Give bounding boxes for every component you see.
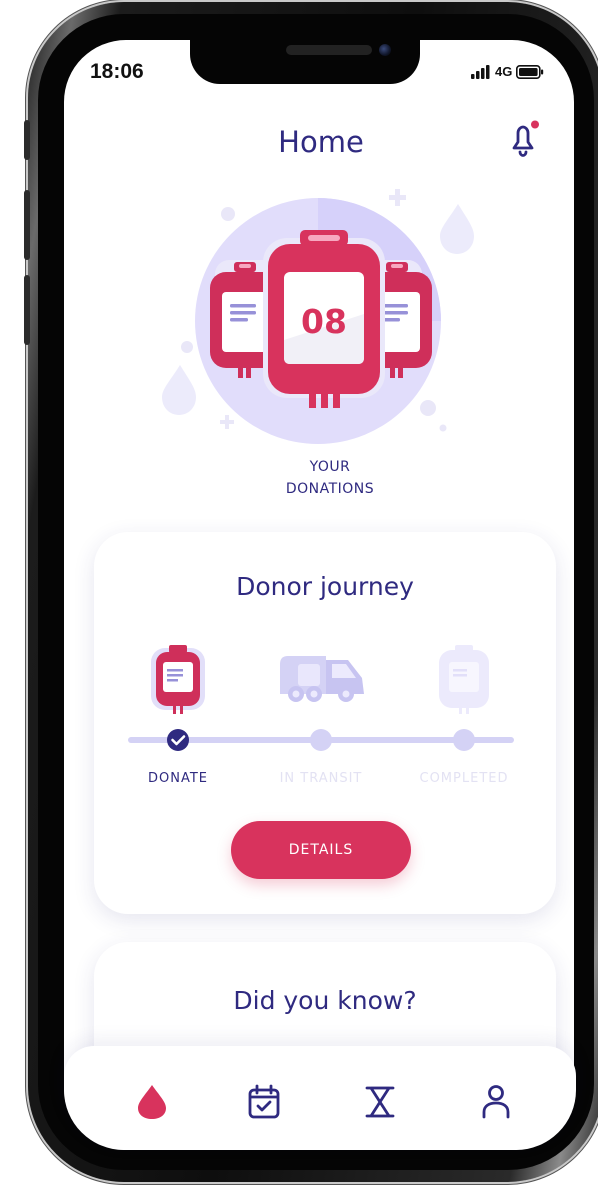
bottom-tab-bar [64,1046,576,1150]
donation-count: 08 [301,302,347,341]
tab-calendar[interactable] [244,1082,284,1122]
donor-journey-card: Donor journey DONATE IN TRANSIT COMPLETE… [94,532,556,914]
stage-label-donate: DONATE [147,771,208,786]
battery-icon [516,64,544,79]
details-button[interactable]: DETAILS [231,821,411,879]
status-indicators: 4G [471,64,544,79]
network-type: 4G [495,64,513,79]
tab-history[interactable] [360,1082,400,1122]
donations-label-line2: DONATIONS [285,481,375,497]
front-camera [379,44,391,56]
hourglass-icon [365,1086,395,1118]
tab-home[interactable] [132,1082,172,1122]
transit-step-marker [310,729,332,751]
volume-down-button [24,275,30,345]
user-icon [482,1085,510,1119]
transit-truck-icon [280,656,364,702]
notification-dot [531,120,539,129]
donate-step-marker [167,729,189,751]
completed-step-marker [453,729,475,751]
donations-label-line1: YOUR [309,459,351,475]
donations-label: YOUR DONATIONS [250,456,410,500]
tab-profile[interactable] [476,1082,516,1122]
drop-icon [138,1085,166,1119]
status-time: 18:06 [90,60,144,83]
completed-bag-icon [439,645,489,714]
bell-icon [512,120,539,157]
journey-title: Donor journey [236,572,414,601]
stage-label-in-transit: IN TRANSIT [279,771,363,786]
volume-up-button [24,190,30,260]
donate-bag-icon [151,645,205,714]
notifications-button[interactable] [502,120,544,166]
calendar-check-icon [248,1084,280,1119]
signal-icon [471,64,490,79]
stage-label-completed: COMPLETED [419,771,509,786]
journey-progress-track [128,729,514,751]
did-you-know-title: Did you know? [233,986,417,1015]
app-screenshot: 18:06 4G Home 08 YOUR DONATIONS Donor jo… [0,0,598,1187]
donations-illustration: 08 [162,189,474,444]
speaker-grille [286,45,372,55]
